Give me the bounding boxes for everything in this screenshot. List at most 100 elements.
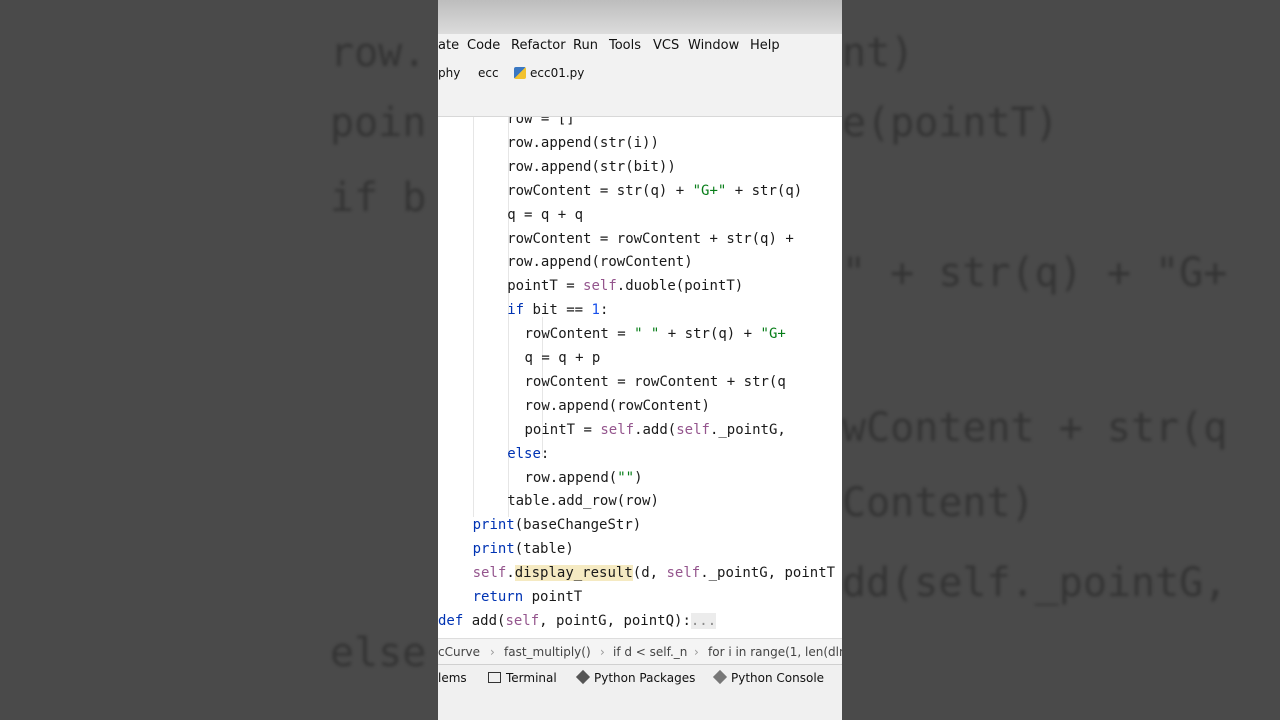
code-line[interactable]: q = q + q — [507, 205, 583, 225]
code-token: ._pointG, — [709, 421, 786, 438]
tab-problems[interactable]: lems — [438, 671, 467, 685]
breadcrumb-method[interactable]: fast_multiply() — [504, 645, 591, 659]
code-token: (table) — [514, 541, 574, 558]
code-token: row.append(str(i)) — [507, 134, 659, 151]
code-token: rowContent = rowContent + str(q — [524, 373, 786, 390]
code-line[interactable]: row.append(str(i)) — [507, 133, 659, 153]
tab-terminal[interactable]: Terminal — [488, 671, 557, 685]
bg-code-line: else — [330, 630, 427, 676]
breadcrumb-if[interactable]: if d < self._n — [613, 645, 687, 659]
bg-code-line: poin — [330, 100, 427, 146]
code-line[interactable]: print(table) — [473, 539, 574, 559]
code-line[interactable]: row = [] — [507, 117, 574, 129]
code-token: table.add_row(row) — [507, 493, 659, 510]
tab-console-label: Python Console — [731, 671, 825, 685]
bg-code-line: Content) — [842, 480, 1035, 526]
code-line[interactable]: table.add_row(row) — [507, 491, 659, 511]
code-line[interactable]: rowContent = rowContent + str(q) + — [507, 229, 802, 249]
code-token: ) — [634, 469, 643, 486]
code-token: rowContent = — [524, 326, 635, 343]
code-token: display_result — [514, 565, 633, 582]
code-token: .add( — [634, 421, 677, 438]
tab-python-packages[interactable]: Python Packages — [575, 669, 695, 685]
code-token: (baseChangeStr) — [514, 517, 642, 534]
menu-help[interactable]: Help — [750, 38, 780, 53]
ide-window: ate Code Refactor Run Tools VCS Window H… — [438, 0, 842, 720]
menu-navigate[interactable]: ate — [438, 38, 459, 53]
code-token: + str(q) — [726, 182, 803, 199]
python-file-icon — [514, 67, 526, 79]
code-token: if — [507, 302, 533, 319]
code-token: rowContent = rowContent + str(q) + — [507, 230, 803, 247]
blurred-background-right: nt) e(pointT) " + str(q) + "G+ wContent … — [842, 0, 1280, 720]
menu-tools[interactable]: Tools — [609, 38, 641, 53]
code-token: .duoble(pointT) — [616, 278, 744, 295]
code-line[interactable]: else: — [507, 444, 549, 464]
code-line[interactable]: rowContent = rowContent + str(q — [525, 372, 786, 392]
code-editor[interactable]: row = [] row.append(str(i)) row.append(str… — [438, 117, 842, 637]
code-line[interactable]: rowContent = str(q) + "G+" + str(q) — [507, 181, 802, 201]
menu-code[interactable]: Code — [467, 38, 500, 53]
tool-window-bar: lems Terminal Python Packages Python Con… — [438, 664, 842, 691]
code-token: pointT = — [507, 278, 584, 295]
indent-guide — [473, 117, 474, 517]
code-token: self — [505, 612, 540, 629]
menu-bar: ate Code Refactor Run Tools VCS Window H… — [438, 34, 842, 58]
code-line[interactable]: rowContent = " " + str(q) + "G+ — [525, 324, 786, 344]
code-line[interactable]: if bit == 1: — [507, 300, 608, 320]
structure-breadcrumbs: cCurve › fast_multiply() › if d < self._… — [438, 638, 842, 665]
navigation-bar: phy ecc ecc01.py — [438, 58, 842, 89]
breadcrumb-for[interactable]: for i in range(1, len(dlnB — [708, 645, 842, 659]
bg-code-line: dd(self._pointG, — [842, 560, 1228, 606]
bg-code-line: row. — [330, 30, 427, 76]
status-area — [438, 690, 842, 720]
code-line[interactable]: self.display_result(d, self._pointG, poi… — [473, 563, 835, 583]
code-token: + str(q) + — [659, 326, 761, 343]
code-line[interactable]: row.append(rowContent) — [507, 252, 692, 272]
code-token: "" — [617, 469, 635, 486]
code-token: self — [583, 278, 617, 295]
code-line[interactable]: row.append(rowContent) — [525, 396, 710, 416]
code-line[interactable]: return pointT — [473, 587, 583, 607]
code-line[interactable]: pointT = self.add(self._pointG, — [525, 420, 786, 440]
code-line[interactable]: print(baseChangeStr) — [473, 515, 642, 535]
menu-window[interactable]: Window — [688, 38, 739, 53]
menu-vcs[interactable]: VCS — [653, 38, 679, 53]
nav-crumb-file[interactable]: ecc01.py — [514, 66, 584, 80]
code-line[interactable]: def add(self, pointG, pointQ):... — [438, 611, 717, 631]
code-token: 1 — [591, 302, 600, 319]
code-token: self — [666, 565, 701, 582]
code-token: "G+ — [760, 326, 786, 343]
tab-python-console[interactable]: Python Console — [712, 669, 825, 685]
bg-code-line: e(pointT) — [842, 100, 1059, 146]
tab-terminal-label: Terminal — [506, 671, 557, 685]
nav-crumb-project[interactable]: phy — [438, 66, 460, 80]
code-token: , pointG, pointQ): — [539, 612, 691, 629]
breadcrumb-separator: › — [600, 645, 605, 659]
code-line[interactable]: pointT = self.duoble(pointT) — [507, 276, 743, 296]
nav-crumb-ecc[interactable]: ecc — [478, 66, 499, 80]
code-line[interactable]: q = q + p — [525, 348, 601, 368]
code-token: ._pointG, pointT — [700, 565, 836, 582]
code-token: return — [472, 589, 532, 605]
breadcrumb-separator: › — [694, 645, 699, 659]
bg-code-line: wContent + str(q — [842, 405, 1228, 451]
code-token: rowContent = str(q) + — [507, 182, 693, 199]
code-line[interactable]: row.append("") — [525, 468, 643, 488]
nav-file-label: ecc01.py — [530, 66, 585, 80]
code-token: bit == — [532, 302, 592, 319]
code-line[interactable]: row.append(str(bit)) — [507, 157, 676, 177]
code-token: ... — [690, 612, 717, 629]
breadcrumb-class[interactable]: cCurve — [438, 645, 480, 659]
editor-tab-bar — [438, 88, 842, 117]
menu-refactor[interactable]: Refactor — [511, 38, 566, 53]
code-token: print — [472, 541, 515, 558]
code-token: row = [] — [507, 117, 575, 127]
packages-icon — [575, 669, 591, 685]
menu-run[interactable]: Run — [573, 38, 598, 53]
blurred-background-left: row. poin if b else — [0, 0, 438, 720]
code-token: else — [507, 445, 541, 462]
code-token: print — [472, 517, 515, 534]
console-icon — [712, 669, 728, 685]
code-token: : — [599, 302, 609, 319]
